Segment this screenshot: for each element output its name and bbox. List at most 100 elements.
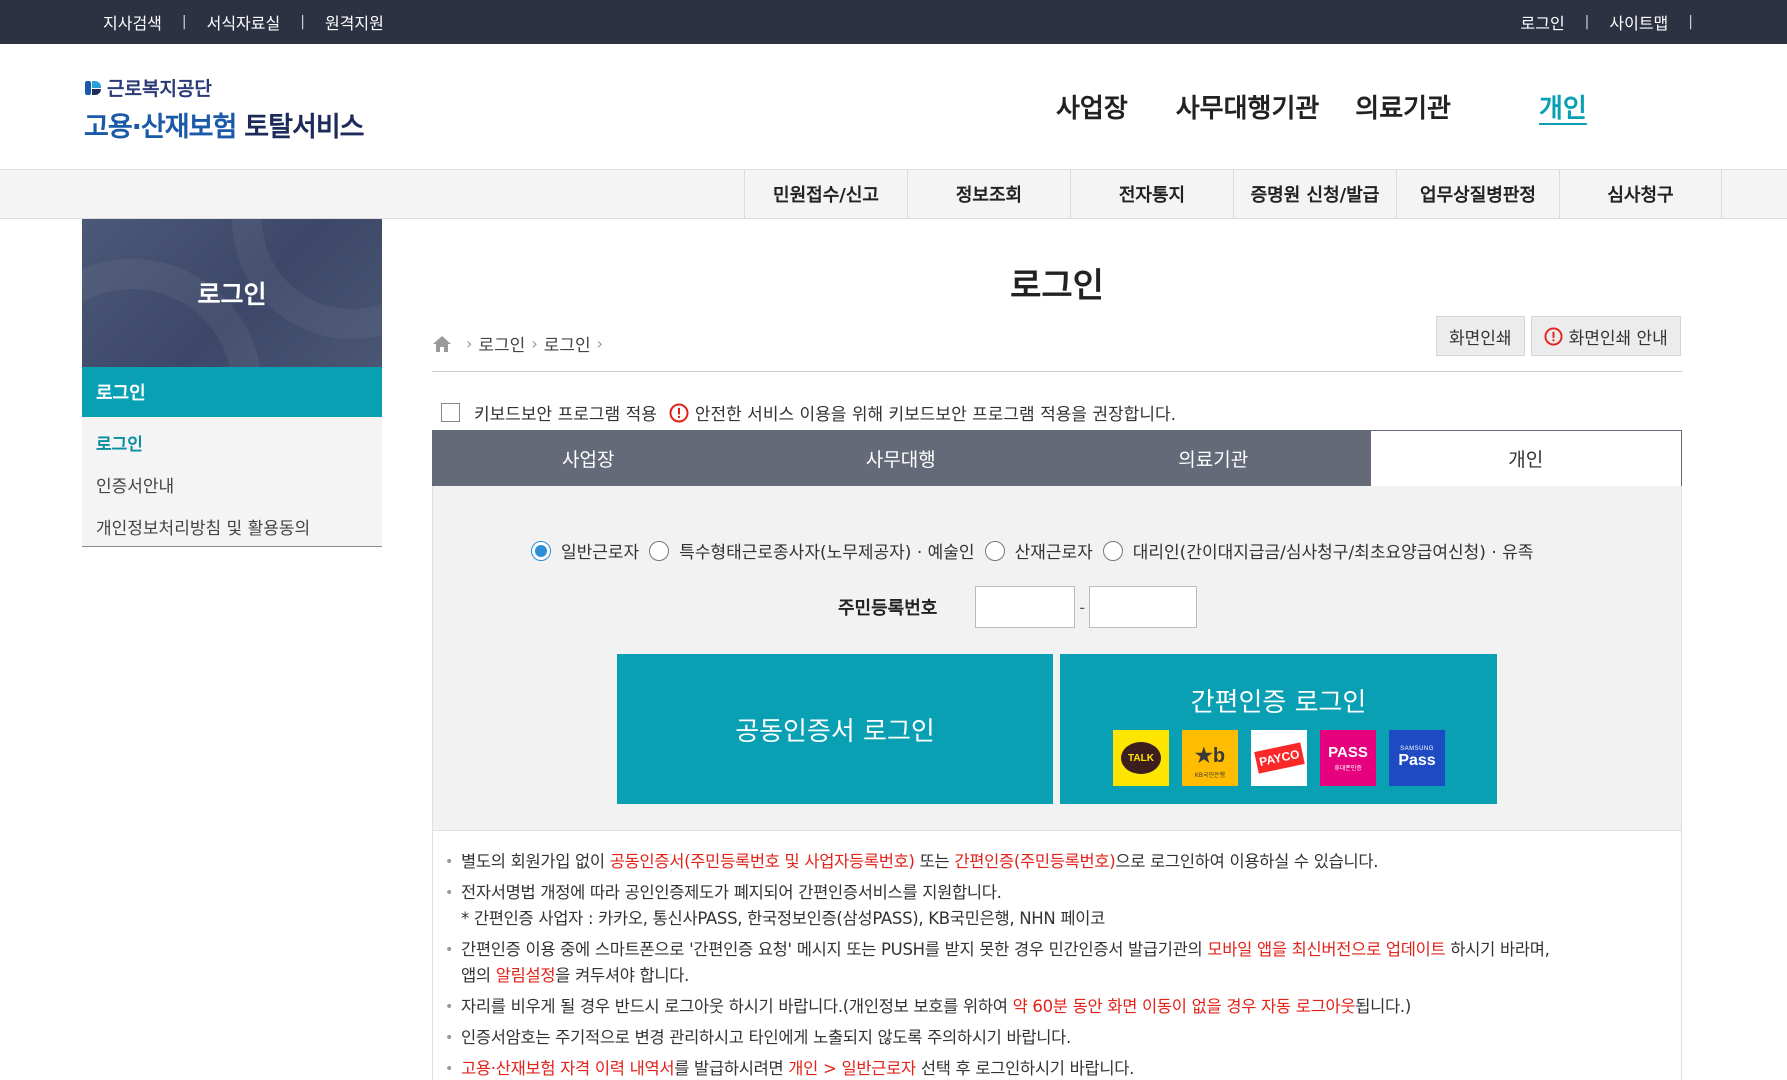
radio-unselected[interactable] [649,540,670,561]
notice-text: 선택 후 로그인하시기 바랍니다. [915,1059,1135,1078]
pass-icon[interactable]: PASS 휴대폰인증 [1320,730,1376,786]
breadcrumb-item[interactable]: 로그인 [544,331,591,356]
print-button-label: 화면인쇄 [1449,328,1512,349]
tab-medical[interactable]: 의료기관 [1057,430,1370,486]
rrn-back-input[interactable] [1089,586,1198,628]
payco-icon[interactable]: PAYCO [1251,730,1307,786]
tab-personal[interactable]: 개인 [1369,430,1682,486]
keyboard-security-checkbox[interactable] [441,403,460,422]
kb-bank-icon[interactable]: ★b KB국민은행 [1182,730,1238,786]
sidebar-item-cert-guide[interactable]: 인증서안내 [82,463,382,505]
main-nav: 사업장 사무대행기관 의료기관 개인 [1056,88,1635,128]
main-nav-agency[interactable]: 사무대행기관 [1176,88,1320,128]
radio-label: 산재근로자 [1014,543,1093,563]
remote-support-link[interactable]: 원격지원 [325,10,384,34]
main-nav-business[interactable]: 사업장 [1056,88,1128,128]
notice-text: 자리를 비우게 될 경우 반드시 로그아웃 하시기 바랍니다.(개인정보 보호를… [461,997,1013,1016]
notice-text: 를 발급하시려면 [674,1059,789,1078]
notice-highlight: 모바일 앱을 최신버전으로 업데이트 [1207,940,1446,959]
rrn-row: 주민등록번호 - [838,586,1198,628]
sub-nav-certificate[interactable]: 증명원 신청/발급 [1233,170,1396,218]
keyboard-security-label[interactable]: 키보드보안 프로그램 적용 [474,400,657,425]
sidebar-section-login[interactable]: 로그인 [82,367,382,417]
keyboard-security-notice: 안전한 서비스 이용을 위해 키보드보안 프로그램 적용을 권장합니다. [694,405,1177,425]
radio-label: 대리인(간이대지급금/심사청구/최초요양급여신청) · 유족 [1132,543,1534,563]
notice-item: 자리를 비우게 될 경우 반드시 로그아웃 하시기 바랍니다.(개인정보 보호를… [445,994,1675,1020]
sub-nav-notice[interactable]: 전자통지 [1070,170,1233,218]
radio-unselected[interactable] [984,540,1005,561]
sub-nav: 민원접수/신고 정보조회 전자통지 증명원 신청/발급 업무상질병판정 심사청구 [0,169,1787,219]
tab-agency[interactable]: 사무대행 [745,430,1058,486]
radio-label: 일반근로자 [561,543,640,563]
kakao-talk-text: TALK [1128,752,1154,764]
service-name: 고용·산재보험 토탈서비스 [84,105,365,144]
user-type-radios: 일반근로자 특수형태근로종사자(노무제공자) · 예술인 산재근로자 대리인(간… [531,538,1543,563]
notice-text: 하시기 바라며, [1445,940,1550,959]
sub-nav-info[interactable]: 정보조회 [907,170,1070,218]
notice-highlight: 공동인증서(주민등록번호 및 사업자등록번호) [609,852,915,871]
utility-bar: 지사검색 | 서식자료실 | 원격지원 로그인 | 사이트맵 | [0,0,1787,44]
simple-auth-login-button[interactable]: 간편인증 로그인 TALK ★b KB국민은행 PAYCO PASS 휴대폰인증… [1060,654,1497,804]
notice-text: 전자서명법 개정에 따라 공인인증제도가 폐지되어 간편인증서비스를 지원합니다… [461,883,1002,902]
service-name-b: 토탈서비스 [244,112,364,143]
forms-library-link[interactable]: 서식자료실 [207,10,281,34]
notice-text: 별도의 회원가입 없이 [461,852,610,871]
radio-special-worker[interactable]: 특수형태근로종사자(노무제공자) · 예술인 [649,538,975,563]
notice-highlight: 알림설정 [495,966,556,985]
sidebar-list: 로그인 인증서안내 개인정보처리방침 및 활용동의 [82,417,382,547]
simple-auth-login-label: 간편인증 로그인 [1190,688,1367,718]
notice-text: 됩니다.) [1355,997,1411,1016]
main-nav-personal[interactable]: 개인 [1539,88,1587,128]
login-notice-box: 별도의 회원가입 없이 공동인증서(주민등록번호 및 사업자등록번호) 또는 간… [432,830,1682,1080]
sidebar-item-login[interactable]: 로그인 [82,421,382,463]
home-icon[interactable] [432,334,452,354]
breadcrumb: › 로그인 › 로그인 › [432,331,609,356]
login-type-tabs: 사업장 사무대행 의료기관 개인 [432,430,1682,486]
payco-badge: PAYCO [1253,742,1305,774]
radio-selected[interactable] [531,540,551,561]
kakao-bubble: TALK [1121,742,1161,774]
print-button[interactable]: 화면인쇄 [1436,316,1525,356]
tab-business[interactable]: 사업장 [432,430,745,486]
samsung-pass-text: Pass [1398,752,1436,769]
login-link[interactable]: 로그인 [1521,10,1565,34]
radio-general-worker[interactable]: 일반근로자 [531,538,639,563]
sub-nav-appeal[interactable]: 심사청구 [1559,170,1722,218]
samsung-pass-icon[interactable]: SAMSUNG Pass [1389,730,1445,786]
sub-nav-civil[interactable]: 민원접수/신고 [744,170,907,218]
keyboard-security-row: 키보드보안 프로그램 적용 안전한 서비스 이용을 위해 키보드보안 프로그램 … [441,400,1176,425]
service-name-a: 고용·산재보험 [84,112,237,143]
kakao-talk-icon[interactable]: TALK [1113,730,1169,786]
separator: | [181,14,187,30]
kb-star-icon: ★b [1194,745,1226,767]
notice-highlight: 간편인증(주민등록번호) [954,852,1116,871]
joint-certificate-login-button[interactable]: 공동인증서 로그인 [617,654,1053,804]
pass-sub-text: 휴대폰인증 [1334,765,1362,772]
radio-injured-worker[interactable]: 산재근로자 [984,538,1093,563]
simple-auth-provider-logos: TALK ★b KB국민은행 PAYCO PASS 휴대폰인증 SAMSUNG … [1113,730,1458,786]
sidebar-title: 로그인 [197,280,267,309]
sub-nav-disease[interactable]: 업무상질병판정 [1396,170,1559,218]
rrn-dash: - [1079,597,1086,617]
sidebar-item-privacy[interactable]: 개인정보처리방침 및 활용동의 [82,505,382,547]
chevron-right-icon: › [531,334,538,353]
main-nav-medical[interactable]: 의료기관 [1355,88,1451,128]
notice-item: 별도의 회원가입 없이 공동인증서(주민등록번호 및 사업자등록번호) 또는 간… [445,849,1675,875]
divider [432,371,1682,372]
separator: | [300,14,305,30]
notice-subtext: * 간편인증 사업자 : 카카오, 통신사PASS, 한국정보인증(삼성PASS… [461,909,1105,928]
branch-search-link[interactable]: 지사검색 [103,10,162,34]
site-logo[interactable]: 근로복지공단 고용·산재보험 토탈서비스 [84,74,365,144]
radio-agent[interactable]: 대리인(간이대지급금/심사청구/최초요양급여신청) · 유족 [1102,538,1534,563]
notice-item: 전자서명법 개정에 따라 공인인증제도가 폐지되어 간편인증서비스를 지원합니다… [445,880,1675,932]
breadcrumb-item[interactable]: 로그인 [478,331,525,356]
joint-certificate-login-label: 공동인증서 로그인 [735,716,935,747]
sidebar-header: 로그인 [82,219,382,367]
comwel-logo-icon [84,79,102,97]
radio-unselected[interactable] [1102,540,1123,561]
rrn-front-input[interactable] [975,586,1076,628]
sitemap-link[interactable]: 사이트맵 [1609,10,1668,34]
print-guide-button[interactable]: 화면인쇄 안내 [1530,316,1681,356]
page-title: 로그인 [1010,266,1104,306]
notice-item: 고용·산재보험 자격 이력 내역서를 발급하시려면 개인 > 일반근로자 선택 … [445,1056,1675,1080]
